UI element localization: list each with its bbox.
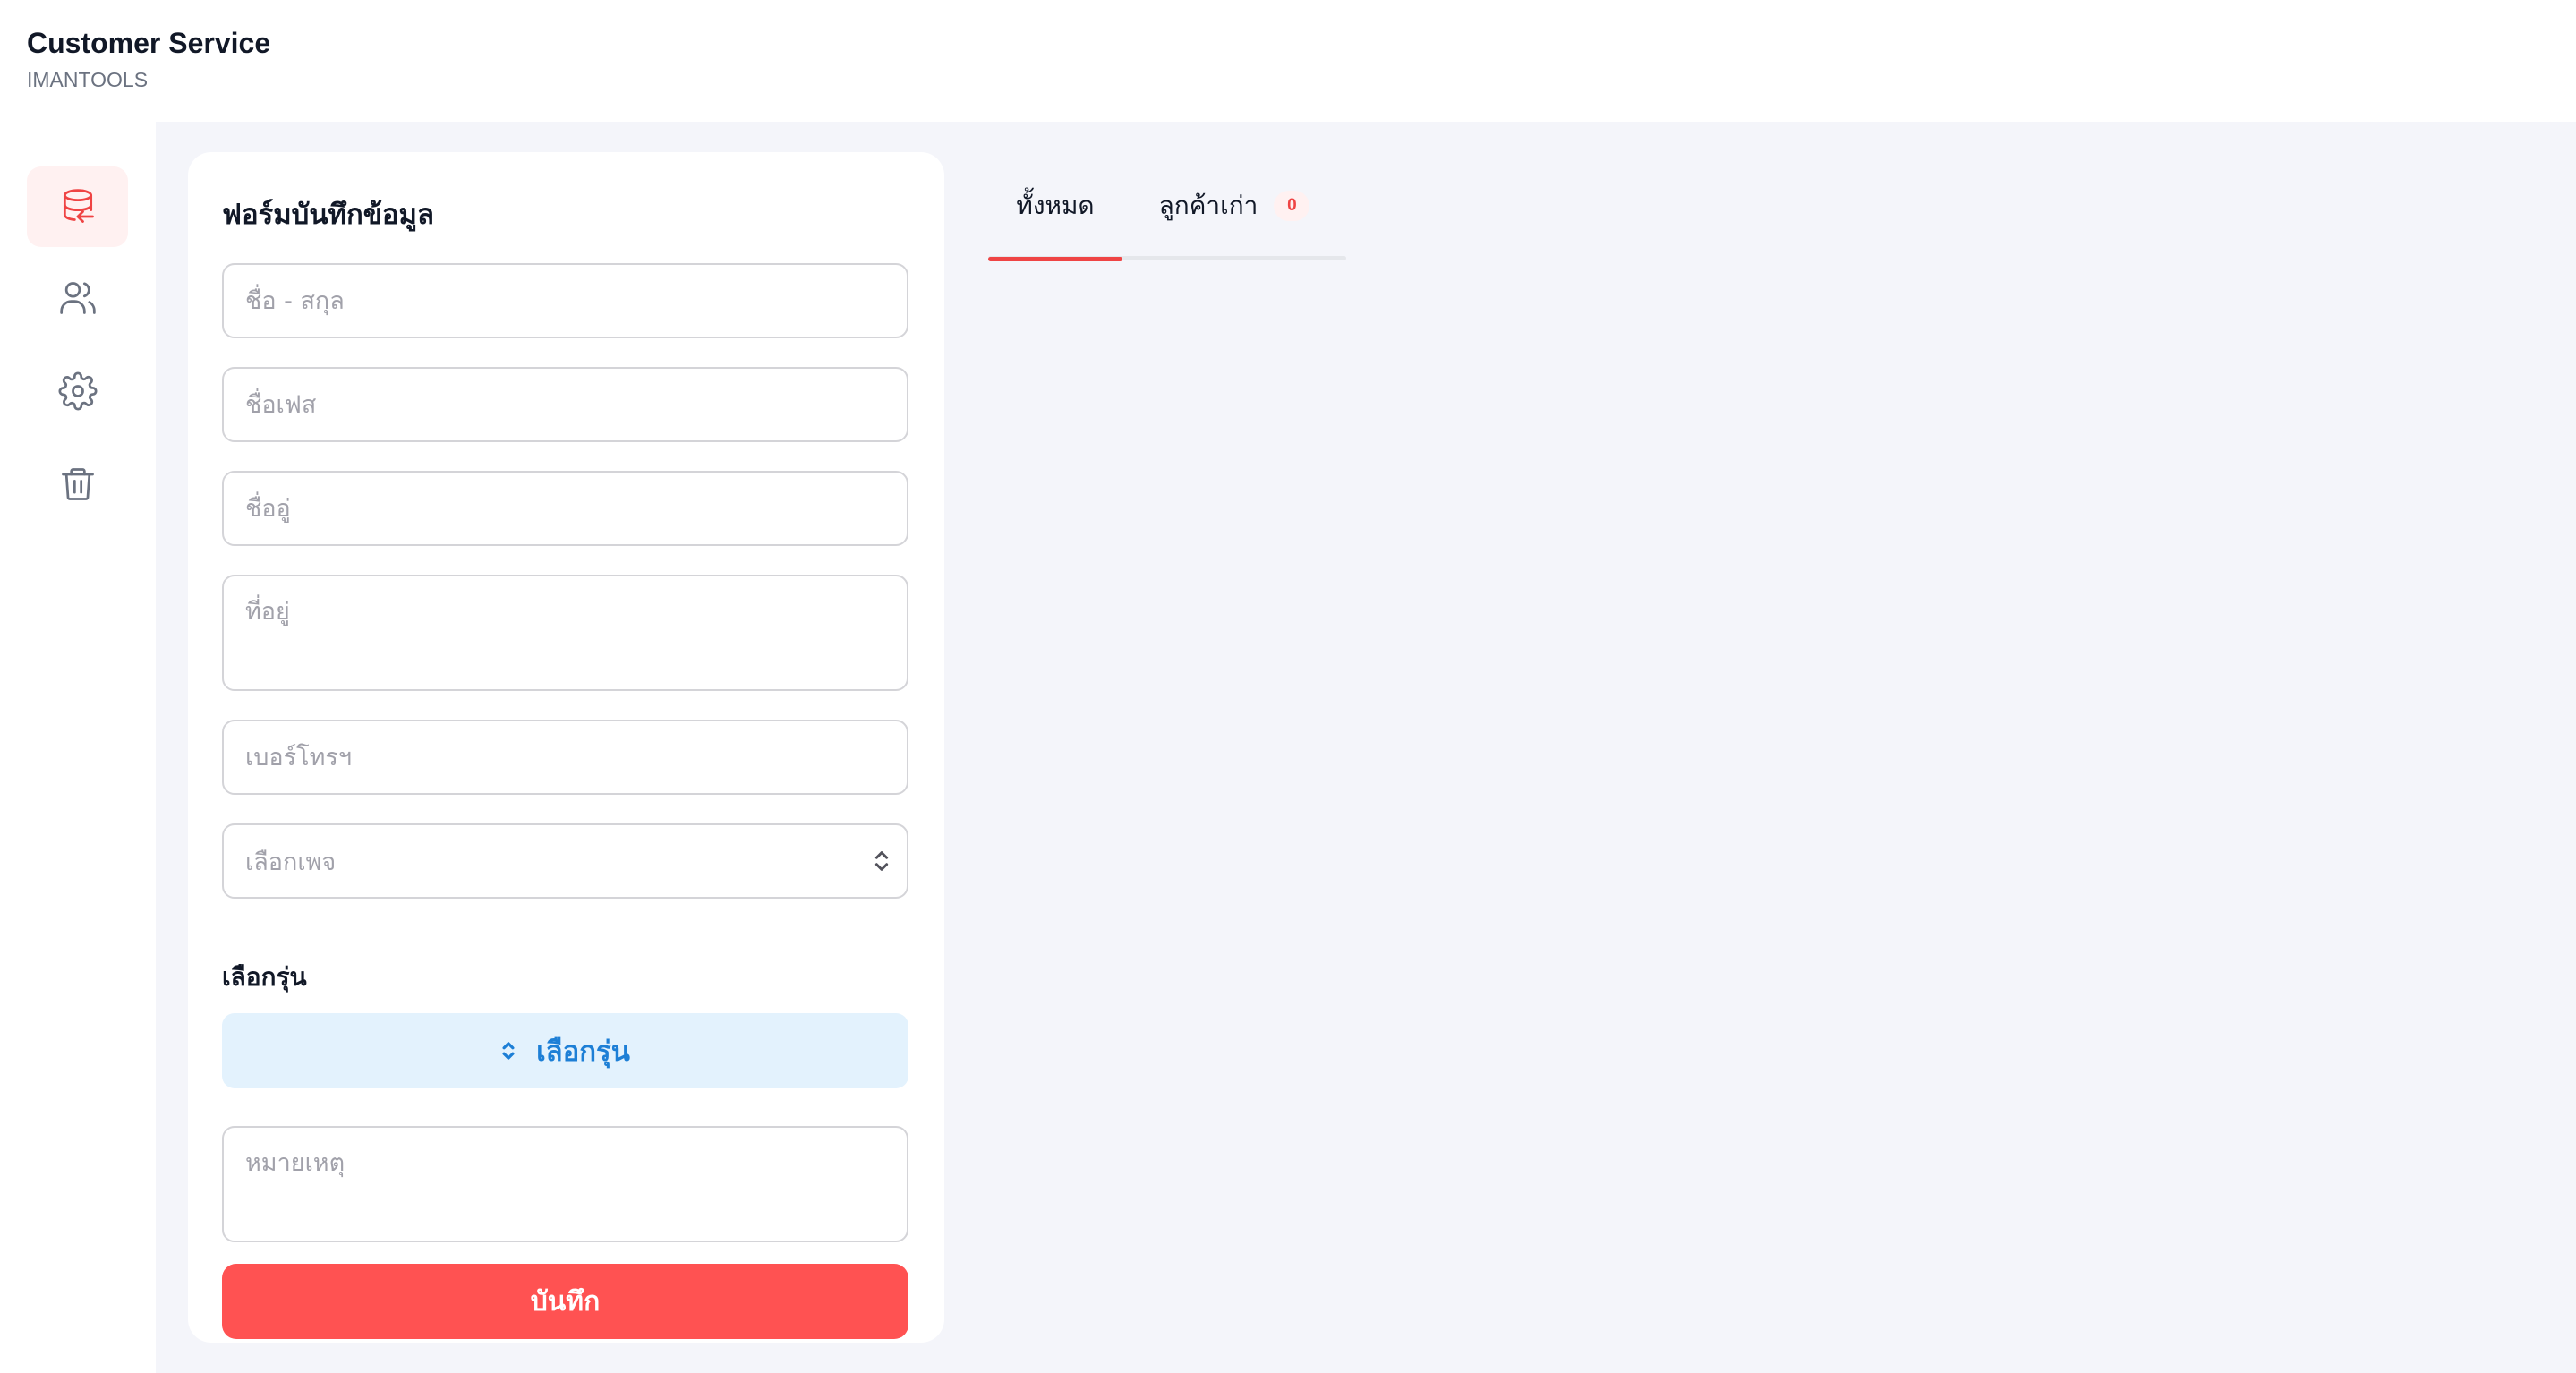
model-section-label: เลือกรุ่น: [222, 962, 307, 992]
record-form-card: ฟอร์มบันทึกข้อมูล เลือกเพจ เลือกรุ่น เลื…: [188, 152, 944, 1343]
trash-icon: [61, 468, 94, 500]
fullname-input[interactable]: [222, 263, 908, 338]
select-model-button[interactable]: เลือกรุ่น: [222, 1013, 908, 1088]
app-subtitle: IMANTOOLS: [27, 68, 149, 91]
page-select-placeholder: เลือกเพจ: [245, 848, 337, 876]
count-badge: 0: [1274, 191, 1310, 221]
sidebar-item-trash[interactable]: [27, 444, 128, 524]
chevron-up-down-icon: [874, 851, 889, 871]
tab-all[interactable]: ทั้งหมด: [988, 152, 1122, 261]
note-textarea[interactable]: [222, 1126, 908, 1242]
users-icon: [59, 282, 96, 314]
database-import-icon: [63, 189, 94, 223]
customer-tabs: ทั้งหมด ลูกค้าเก่า 0: [988, 152, 1346, 353]
facebook-name-input[interactable]: [222, 367, 908, 442]
gear-icon: [57, 371, 98, 411]
tab-old-customers-label: ลูกค้าเก่า: [1158, 191, 1258, 220]
tab-all-label: ทั้งหมด: [1016, 191, 1095, 220]
app-header: Customer Service IMANTOOLS: [0, 0, 2576, 122]
partner-name-input[interactable]: [222, 471, 908, 546]
select-model-label: เลือกรุ่น: [536, 1036, 630, 1068]
sidebar-item-settings[interactable]: [27, 351, 128, 431]
phone-input[interactable]: [222, 720, 908, 795]
save-button[interactable]: บันทึก: [222, 1264, 908, 1339]
address-textarea[interactable]: [222, 575, 908, 691]
form-title: ฟอร์มบันทึกข้อมูล: [222, 199, 434, 231]
chevron-up-down-icon: [502, 1042, 515, 1060]
sidebar: [0, 122, 156, 1373]
main-content: ฟอร์มบันทึกข้อมูล เลือกเพจ เลือกรุ่น เลื…: [156, 122, 2576, 1373]
page-select[interactable]: เลือกเพจ: [222, 823, 908, 899]
app-title: Customer Service: [27, 27, 271, 59]
sidebar-item-database-import[interactable]: [27, 166, 128, 247]
sidebar-item-users[interactable]: [27, 258, 128, 338]
tab-old-customers[interactable]: ลูกค้าเก่า 0: [1122, 152, 1346, 260]
